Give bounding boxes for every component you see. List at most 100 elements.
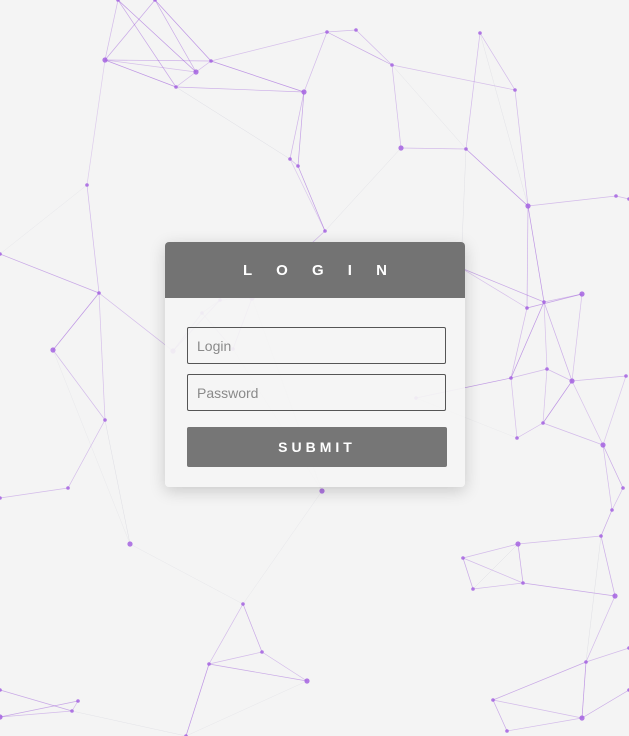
network-link [0, 184, 88, 255]
network-node [0, 496, 2, 500]
network-link [472, 582, 524, 590]
network-link [510, 307, 528, 379]
network-node [461, 556, 465, 560]
network-link [462, 557, 474, 590]
login-title: L O G I N [243, 261, 397, 279]
network-node [296, 164, 300, 168]
network-node [614, 194, 618, 198]
network-link [104, 0, 156, 61]
network-link [615, 195, 629, 200]
network-node [398, 145, 404, 151]
network-link [67, 419, 106, 489]
network-node [288, 157, 292, 161]
network-link [208, 651, 263, 665]
network-node [209, 59, 213, 63]
network-link [600, 509, 613, 537]
network-link [462, 557, 524, 584]
network-link [52, 349, 106, 421]
network-node [323, 229, 327, 233]
network-link [86, 59, 106, 186]
network-node [0, 688, 2, 692]
network-link [98, 292, 174, 352]
network-link [355, 29, 393, 66]
network-link [52, 292, 100, 351]
network-node [174, 85, 178, 89]
network-link [462, 543, 519, 559]
network-link [242, 603, 263, 653]
network-link [98, 292, 106, 421]
login-input[interactable] [187, 327, 446, 364]
network-node [102, 57, 108, 63]
network-link [391, 64, 402, 149]
network-link [0, 487, 69, 499]
network-link [472, 543, 519, 590]
network-link [208, 663, 308, 682]
network-node [521, 581, 525, 585]
network-node [66, 486, 70, 490]
network-link [465, 32, 481, 150]
network-link [517, 543, 524, 584]
network-link [526, 293, 583, 309]
network-link [154, 0, 212, 62]
network-link [71, 710, 187, 736]
network-node [579, 291, 585, 297]
network-link [585, 647, 629, 663]
network-link [543, 301, 548, 370]
network-node [545, 367, 549, 371]
network-link [571, 293, 583, 382]
network-node [304, 678, 310, 684]
network-link [585, 535, 602, 663]
network-link [527, 195, 617, 207]
network-node [541, 421, 545, 425]
network-link [175, 86, 305, 93]
password-input[interactable] [187, 374, 446, 411]
network-link [517, 535, 602, 545]
network-link [154, 0, 197, 73]
submit-button[interactable]: SUBMIT [187, 427, 447, 467]
network-node [579, 715, 585, 721]
network-link [516, 422, 544, 439]
network-link [514, 89, 529, 207]
login-header: L O G I N [165, 242, 465, 298]
network-link [527, 205, 545, 303]
network-link [522, 582, 616, 597]
network-link [185, 663, 210, 736]
network-node [241, 602, 245, 606]
network-link [86, 184, 100, 294]
network-link [175, 86, 291, 160]
network-link [479, 32, 516, 91]
network-link [208, 603, 244, 665]
network-link [104, 59, 197, 73]
network-node [599, 534, 603, 538]
network-link [104, 419, 131, 545]
network-node [515, 541, 521, 547]
network-link [465, 148, 529, 207]
network-node [505, 729, 509, 733]
network-node [464, 147, 468, 151]
network-link [510, 377, 518, 439]
network-node [610, 508, 614, 512]
network-node [97, 291, 101, 295]
network-link [195, 60, 212, 73]
network-node [193, 69, 199, 75]
network-link [600, 535, 616, 597]
network-node [76, 699, 80, 703]
network-node [390, 63, 394, 67]
network-link [506, 717, 583, 732]
network-node [491, 698, 495, 702]
network-link [242, 490, 323, 605]
network-link [326, 31, 393, 66]
network-link [602, 375, 627, 446]
network-link [581, 661, 587, 719]
network-node [70, 709, 74, 713]
network-link [289, 91, 305, 160]
network-link [492, 661, 587, 701]
network-node [478, 31, 482, 35]
network-link [117, 0, 197, 73]
network-node [207, 662, 211, 666]
network-node [612, 593, 618, 599]
network-link [542, 380, 573, 424]
network-link [104, 0, 119, 61]
network-link [0, 710, 73, 718]
network-link [129, 543, 244, 605]
